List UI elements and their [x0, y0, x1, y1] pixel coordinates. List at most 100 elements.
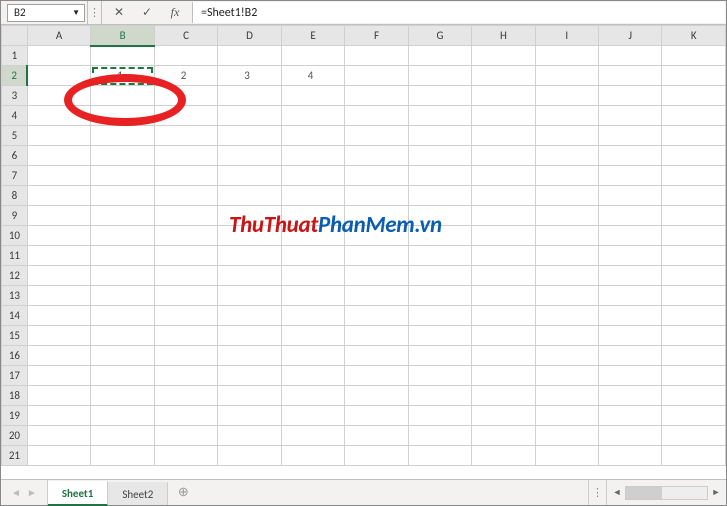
cell[interactable] [599, 106, 662, 126]
cell[interactable] [662, 326, 726, 346]
cell[interactable] [472, 86, 535, 106]
add-sheet-button[interactable]: ⊕ [168, 480, 198, 505]
cell[interactable] [218, 146, 281, 166]
cell[interactable] [535, 366, 598, 386]
cell[interactable] [345, 226, 408, 246]
cell[interactable] [218, 446, 281, 466]
cell[interactable] [154, 46, 217, 66]
cell[interactable] [27, 186, 90, 206]
cell[interactable] [281, 86, 344, 106]
cell[interactable] [345, 386, 408, 406]
cell[interactable] [154, 106, 217, 126]
cell[interactable] [345, 86, 408, 106]
cell[interactable] [599, 66, 662, 86]
cell[interactable] [535, 266, 598, 286]
cell[interactable] [408, 206, 471, 226]
cell[interactable] [281, 386, 344, 406]
cell[interactable] [91, 46, 154, 66]
cell[interactable] [218, 46, 281, 66]
cell[interactable]: 4 [281, 66, 344, 86]
cell[interactable] [662, 126, 726, 146]
cell[interactable] [154, 86, 217, 106]
cell[interactable] [27, 426, 90, 446]
cell[interactable] [281, 426, 344, 446]
cell[interactable] [218, 166, 281, 186]
cell[interactable] [91, 266, 154, 286]
cell[interactable] [281, 346, 344, 366]
cell[interactable] [218, 306, 281, 326]
cell[interactable] [662, 406, 726, 426]
cell[interactable] [472, 426, 535, 446]
cell[interactable] [27, 226, 90, 246]
column-header[interactable]: D [218, 26, 281, 46]
cell[interactable] [599, 306, 662, 326]
cell[interactable] [535, 146, 598, 166]
cell[interactable] [408, 266, 471, 286]
cell[interactable] [535, 346, 598, 366]
column-header[interactable]: C [154, 26, 217, 46]
cell[interactable] [345, 346, 408, 366]
cell[interactable] [662, 386, 726, 406]
cell[interactable] [408, 426, 471, 446]
cell[interactable] [345, 206, 408, 226]
cell[interactable] [281, 286, 344, 306]
tab-resize-handle-icon[interactable]: ⋮ [588, 480, 606, 505]
cell[interactable] [345, 286, 408, 306]
column-header[interactable]: K [662, 26, 726, 46]
cell[interactable] [154, 366, 217, 386]
cell[interactable] [27, 386, 90, 406]
cell[interactable] [218, 386, 281, 406]
cell[interactable] [91, 446, 154, 466]
row-header[interactable]: 13 [2, 286, 28, 306]
cell[interactable] [535, 426, 598, 446]
row-header[interactable]: 14 [2, 306, 28, 326]
cell[interactable] [154, 326, 217, 346]
cell[interactable] [345, 126, 408, 146]
cancel-button[interactable]: ✕ [106, 2, 132, 24]
cell[interactable] [535, 126, 598, 146]
cell[interactable] [599, 206, 662, 226]
cell[interactable]: 1 [91, 66, 154, 86]
cell[interactable] [218, 86, 281, 106]
cell[interactable] [281, 246, 344, 266]
row-header[interactable]: 18 [2, 386, 28, 406]
cell[interactable] [218, 346, 281, 366]
cell[interactable] [91, 226, 154, 246]
cell[interactable] [91, 426, 154, 446]
cell[interactable] [408, 186, 471, 206]
cell[interactable] [599, 346, 662, 366]
select-all-corner[interactable] [2, 26, 28, 46]
cell[interactable] [27, 86, 90, 106]
cell[interactable] [154, 246, 217, 266]
cell[interactable] [27, 126, 90, 146]
cell[interactable] [408, 226, 471, 246]
cell[interactable] [91, 86, 154, 106]
cell[interactable] [535, 106, 598, 126]
column-header[interactable]: A [27, 26, 90, 46]
cell[interactable] [599, 326, 662, 346]
cell[interactable] [154, 426, 217, 446]
cell[interactable] [281, 326, 344, 346]
row-header[interactable]: 6 [2, 146, 28, 166]
cell[interactable] [535, 66, 598, 86]
cell[interactable] [535, 226, 598, 246]
cell[interactable] [472, 166, 535, 186]
cell[interactable] [281, 226, 344, 246]
cell[interactable] [218, 286, 281, 306]
column-header[interactable]: F [345, 26, 408, 46]
cell[interactable] [91, 306, 154, 326]
cell[interactable] [218, 106, 281, 126]
cell[interactable] [154, 226, 217, 246]
row-header[interactable]: 19 [2, 406, 28, 426]
cell[interactable] [27, 286, 90, 306]
tab-nav-next-icon[interactable]: ► [27, 486, 37, 499]
cell[interactable] [472, 326, 535, 346]
cell[interactable] [345, 446, 408, 466]
cell[interactable] [472, 126, 535, 146]
cell[interactable] [662, 186, 726, 206]
cell[interactable] [154, 406, 217, 426]
cell[interactable] [27, 346, 90, 366]
cell[interactable] [345, 106, 408, 126]
cell[interactable] [154, 206, 217, 226]
cell[interactable] [281, 306, 344, 326]
